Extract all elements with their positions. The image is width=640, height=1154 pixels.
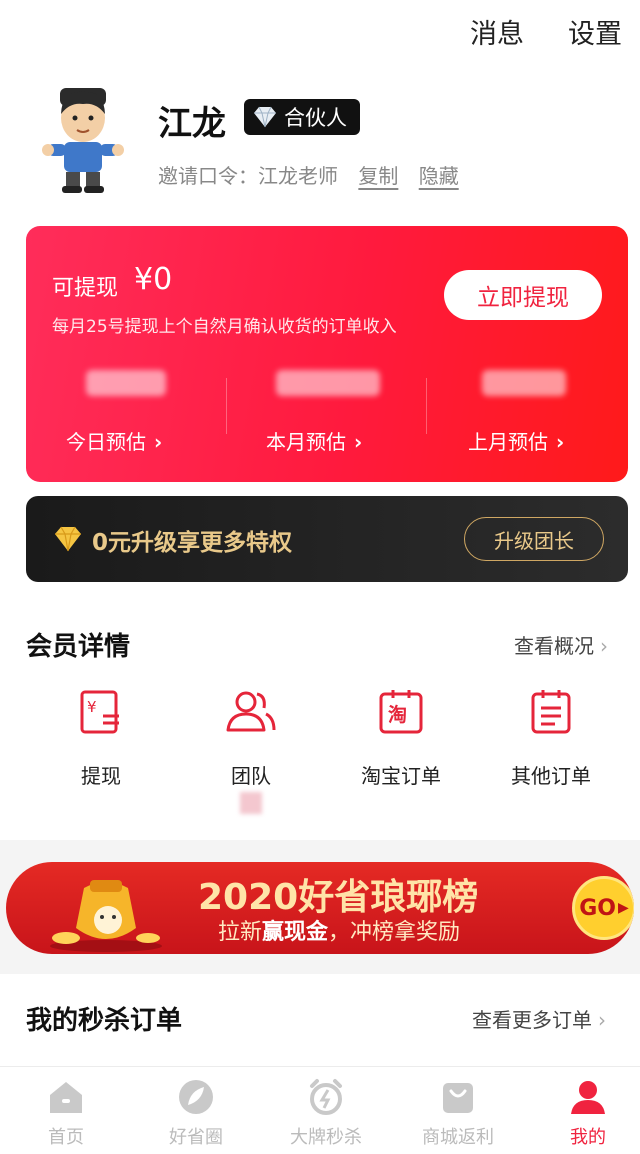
member-menu: ¥ 提现 团队 淘 淘宝订单 其他订单 [0,688,640,798]
home-icon [50,1082,82,1113]
month-estimate-label: 本月预估 [266,430,346,454]
earnings-card: 可提现 ¥0 每月25号提现上个自然月确认收货的订单收入 立即提现 今日预估 › … [26,226,628,482]
alarm-icon [310,1079,342,1115]
menu-withdraw-label: 提现 [81,764,121,788]
upgrade-leader-button[interactable]: 升级团长 [464,517,604,561]
menu-other-orders-label: 其他订单 [511,764,591,788]
tab-flash-sale[interactable]: 大牌秒杀 [266,1077,386,1153]
view-overview-label: 查看概况 [514,634,594,658]
menu-team-label: 团队 [231,764,271,788]
settings-button[interactable]: 设置 [568,12,622,51]
gold-diamond-icon [55,526,81,552]
blurred-badge [240,792,262,814]
view-more-orders-link[interactable]: 查看更多订单 › [472,1004,606,1033]
tab-home-label: 首页 [48,1127,84,1148]
withdrawable-amount: ¥0 [134,262,173,297]
hide-link[interactable]: 隐藏 [419,164,459,188]
chevron-right-icon: › [600,634,608,658]
withdrawable-label: 可提现 [52,276,119,301]
divider [426,378,427,434]
tab-mall-rebate[interactable]: 商城返利 [398,1077,518,1153]
go-label: GO [579,895,616,921]
copy-link[interactable]: 复制 [358,164,398,188]
leaf-icon [179,1080,213,1114]
upgrade-bar[interactable]: 0元升级享更多特权 升级团长 [26,496,628,582]
withdraw-icon: ¥ [80,690,119,734]
top-bar: 消息 设置 [0,0,640,64]
upgrade-text: 0元升级享更多特权 [92,530,293,556]
taobao-order-icon: 淘 [379,690,423,734]
today-estimate[interactable]: 今日预估 › [66,366,266,466]
profile-section: 江龙 合伙人 邀请口令：江龙老师 复制 隐藏 [0,78,640,198]
divider [226,378,227,434]
banner-go-button[interactable]: GO ▶ [572,876,634,940]
last-month-estimate-label: 上月预估 [468,430,548,454]
tab-flash-sale-label: 大牌秒杀 [290,1127,362,1148]
bottom-tab-bar: 首页 好省圈 大牌秒杀 商城返利 我的 [0,1066,640,1154]
menu-taobao-orders-label: 淘宝订单 [361,764,441,788]
user-icon [571,1081,605,1114]
promo-banner[interactable]: 2020好省琅琊榜 拉新赢现金，冲榜拿奖励 GO ▶ [6,862,634,954]
banner-subtitle-suffix: ，冲榜拿奖励 [328,920,461,945]
diamond-icon [254,106,276,128]
withdraw-now-button[interactable]: 立即提现 [444,270,602,320]
messages-button[interactable]: 消息 [470,12,524,51]
invite-label: 邀请口令： [158,164,258,188]
blurred-value [482,370,566,396]
banner-subtitle-bold: 赢现金 [262,920,329,945]
chevron-right-icon: › [598,1008,606,1032]
tab-home[interactable]: 首页 [6,1077,126,1153]
user-name: 江龙 [158,104,226,144]
view-more-orders-label: 查看更多订单 [472,1008,592,1032]
tab-circle-label: 好省圈 [169,1127,223,1148]
tab-circle[interactable]: 好省圈 [136,1077,256,1153]
menu-other-orders[interactable]: 其他订单 [476,688,626,798]
avatar[interactable] [40,84,126,196]
menu-team[interactable]: 团队 [176,688,326,798]
tab-mine[interactable]: 我的 [528,1077,640,1153]
menu-withdraw[interactable]: ¥ 提现 [26,688,176,798]
team-icon [226,691,276,732]
invite-code: 江龙老师 [258,164,338,188]
today-estimate-label: 今日预估 [66,430,146,454]
partner-badge: 合伙人 [244,99,360,135]
tab-mall-rebate-label: 商城返利 [422,1127,494,1148]
tab-mine-label: 我的 [570,1127,606,1148]
last-month-estimate[interactable]: 上月预估 › [468,366,640,466]
svg-text:¥: ¥ [87,698,97,716]
menu-taobao-orders[interactable]: 淘 淘宝订单 [326,688,476,798]
view-overview-link[interactable]: 查看概况 › [514,630,608,659]
badge-label: 合伙人 [284,106,347,130]
banner-subtitle: 拉新赢现金，冲榜拿奖励 [218,914,460,946]
shopping-bag-icon [443,1083,473,1113]
invite-code-row: 邀请口令：江龙老师 复制 隐藏 [158,160,459,189]
chevron-right-icon: › [556,430,565,454]
play-icon: ▶ [617,900,629,916]
flash-orders-title: 我的秒杀订单 [26,1006,183,1036]
blurred-value [86,370,166,396]
money-bag-icon [50,880,162,952]
chevron-right-icon: › [354,430,363,454]
month-estimate[interactable]: 本月预估 › [266,366,466,466]
other-order-icon [531,690,571,734]
svg-text:淘: 淘 [388,703,407,726]
withdraw-note: 每月25号提现上个自然月确认收货的订单收入 [52,317,397,337]
banner-title: 2020好省琅琊榜 [198,877,479,918]
member-details-title: 会员详情 [26,632,131,662]
banner-subtitle-prefix: 拉新 [218,920,263,945]
blurred-value [276,370,380,396]
chevron-right-icon: › [154,430,163,454]
